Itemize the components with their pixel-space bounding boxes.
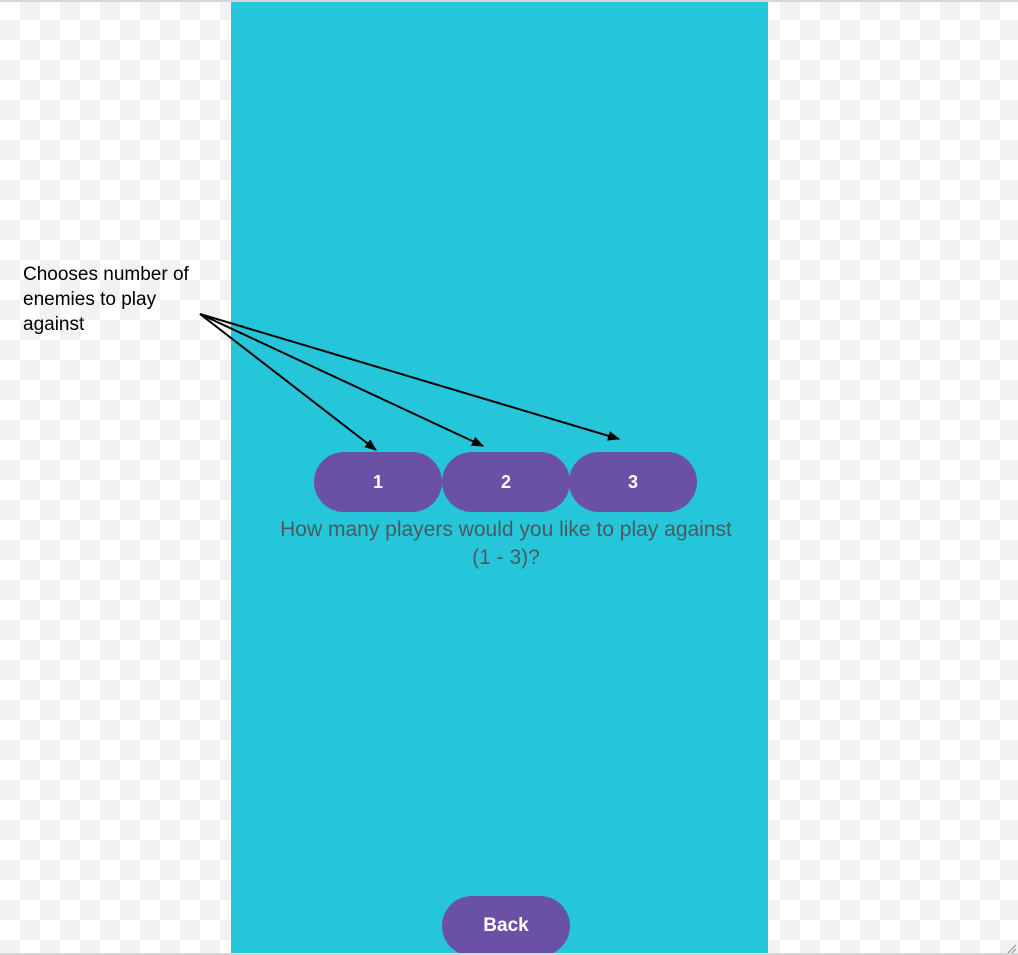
phone-screen: 1 2 3 How many players would you like to… [231, 2, 768, 955]
player-count-1-button[interactable]: 1 [314, 452, 442, 512]
annotation-label: Chooses number of enemies to play agains… [23, 264, 189, 335]
player-count-prompt: How many players would you like to play … [280, 518, 732, 569]
player-count-3-button[interactable]: 3 [569, 452, 697, 512]
player-count-2-button[interactable]: 2 [442, 452, 570, 512]
resize-grip-icon[interactable] [1006, 943, 1016, 953]
back-button[interactable]: Back [442, 896, 570, 955]
